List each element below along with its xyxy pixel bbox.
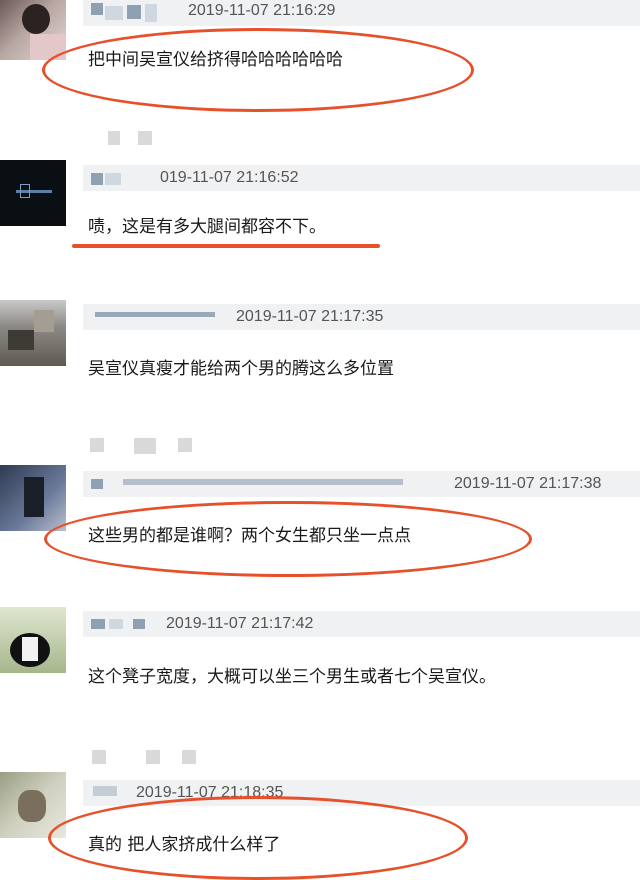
blurred-username (134, 438, 156, 454)
comment-text: 这个凳子宽度，大概可以坐三个男生或者七个吴宣仪。 (88, 667, 496, 687)
annotation-ellipse (42, 28, 474, 112)
avatar[interactable] (0, 160, 66, 226)
annotation-ellipse (48, 796, 468, 880)
comment-timestamp: 2019-11-07 21:17:42 (166, 615, 314, 632)
blurred-username (182, 750, 196, 764)
comment-timestamp: 2019-11-07 21:17:35 (236, 308, 384, 325)
comment-item: 019-11-07 21:16:52 啧，这是有多大腿间都容不下。 (0, 160, 640, 260)
annotation-underline (72, 244, 380, 248)
blurred-username (108, 131, 120, 145)
blurred-username (146, 750, 160, 764)
blurred-username (178, 438, 192, 452)
comment-item: 2019-11-07 21:17:35 吴宣仪真瘦才能给两个男的腾这么多位置 (0, 300, 640, 400)
blurred-username (90, 438, 104, 452)
comment-timestamp: 019-11-07 21:16:52 (160, 169, 299, 186)
blurred-username (138, 131, 152, 145)
avatar[interactable] (0, 465, 66, 531)
comment-item: 2019-11-07 21:16:29 把中间吴宣仪给挤得哈哈哈哈哈哈 (0, 0, 640, 120)
comment-text: 啧，这是有多大腿间都容不下。 (88, 217, 326, 237)
avatar[interactable] (0, 0, 66, 60)
comment-header: 2019-11-07 21:17:38 (83, 471, 640, 497)
avatar[interactable] (0, 607, 66, 673)
avatar[interactable] (0, 300, 66, 366)
comment-item: 2019-11-07 21:17:42 这个凳子宽度，大概可以坐三个男生或者七个… (0, 607, 640, 717)
comment-item: 2019-11-07 21:18:35 真的 把人家挤成什么样了 (0, 772, 640, 880)
comment-item: 2019-11-07 21:17:38 这些男的都是谁啊？两个女生都只坐一点点 (0, 465, 640, 580)
comment-header: 019-11-07 21:16:52 (83, 165, 640, 191)
annotation-ellipse (44, 501, 532, 577)
blurred-username (92, 750, 106, 764)
comment-header: 2019-11-07 21:16:29 (83, 0, 640, 26)
comment-header: 2019-11-07 21:17:42 (83, 611, 640, 637)
comment-timestamp: 2019-11-07 21:16:29 (188, 2, 336, 19)
comment-text: 吴宣仪真瘦才能给两个男的腾这么多位置 (88, 359, 394, 379)
comment-timestamp: 2019-11-07 21:17:38 (454, 475, 602, 492)
comment-header: 2019-11-07 21:17:35 (83, 304, 640, 330)
